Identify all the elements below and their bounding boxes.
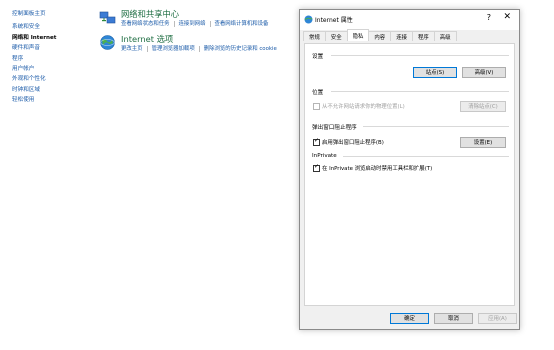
category-internet-options: Internet 选项 更改主页 管理浏览器加载项 删除浏览的历史记录和 cooki…	[99, 34, 299, 53]
tab-connections[interactable]: 连接	[390, 31, 413, 41]
checkbox-label: 从不允许网站请求你的物理位置(L)	[322, 104, 405, 110]
nav-system-security[interactable]: 系统和安全	[12, 22, 56, 32]
ok-button[interactable]: 确定	[390, 313, 429, 324]
cancel-button[interactable]: 取消	[434, 313, 473, 324]
internet-explorer-icon	[304, 15, 313, 24]
tab-general[interactable]: 常规	[303, 31, 326, 41]
location-checkbox[interactable]: 从不允许网站请求你的物理位置(L)	[313, 103, 405, 111]
category-list: 网络和共享中心 查看网络状态和任务 连接到网络 查看网络计算机和设备 Interne…	[99, 9, 299, 59]
category-network-sharing: 网络和共享中心 查看网络状态和任务 连接到网络 查看网络计算机和设备	[99, 9, 299, 28]
control-panel-nav: 控制面板主页 系统和安全 网络和 Internet 硬件和声音 程序 用户帐户 …	[12, 9, 56, 106]
separator	[146, 45, 148, 52]
location-header: 位置	[312, 90, 324, 96]
clear-sites-button[interactable]: 清除站点(C)	[460, 101, 506, 112]
tab-content[interactable]: 内容	[368, 31, 392, 41]
tab-programs[interactable]: 程序	[411, 31, 435, 41]
nav-control-panel-home[interactable]: 控制面板主页	[12, 9, 56, 19]
nav-hardware-sound[interactable]: 硬件和声音	[12, 43, 56, 53]
apply-button[interactable]: 应用(A)	[478, 313, 517, 324]
internet-properties-dialog: Internet 属性 ? ✕ 常规 安全 隐私 内容 连接 程序 高级 设置 …	[299, 9, 520, 330]
inprivate-header: InPrivate	[312, 153, 337, 159]
tab-security[interactable]: 安全	[324, 31, 348, 41]
tab-strip: 常规 安全 隐私 内容 连接 程序 高级	[303, 29, 457, 43]
settings-header: 设置	[312, 54, 324, 60]
privacy-tab-panel: 设置 站点(S) 高级(V) 位置 从不允许网站请求你的物理位置(L) 清除站点…	[304, 43, 515, 306]
network-sharing-icon	[99, 11, 116, 24]
link-view-network-computers[interactable]: 查看网络计算机和设备	[215, 21, 269, 27]
link-delete-history[interactable]: 删除浏览的历史记录和 cookie	[204, 46, 277, 52]
close-icon[interactable]: ✕	[503, 12, 511, 22]
link-change-homepage[interactable]: 更改主页	[121, 46, 143, 52]
separator	[173, 20, 175, 27]
divider	[343, 156, 509, 157]
nav-network-internet[interactable]: 网络和 Internet	[12, 33, 56, 43]
divider	[331, 91, 509, 92]
nav-user-accounts[interactable]: 用户帐户	[12, 64, 56, 74]
divider	[363, 126, 509, 127]
nav-clock-region[interactable]: 时钟和区域	[12, 85, 56, 95]
separator	[198, 45, 200, 52]
globe-icon	[100, 35, 115, 50]
separator	[209, 20, 211, 27]
tab-advanced[interactable]: 高级	[433, 31, 457, 41]
advanced-button[interactable]: 高级(V)	[462, 67, 506, 78]
sites-button[interactable]: 站点(S)	[413, 67, 457, 78]
checkbox-box[interactable]	[313, 163, 320, 172]
popup-blocker-header: 弹出窗口阻止程序	[312, 125, 357, 131]
link-connect-network[interactable]: 连接到网络	[179, 21, 206, 27]
category-title[interactable]: 网络和共享中心	[121, 9, 299, 20]
help-icon[interactable]: ?	[487, 13, 491, 22]
popup-settings-button[interactable]: 设置(E)	[460, 137, 506, 148]
nav-ease-of-access[interactable]: 轻松使用	[12, 95, 56, 105]
checkbox-box[interactable]	[313, 103, 320, 110]
divider	[331, 55, 509, 56]
checkbox-box[interactable]	[313, 137, 320, 146]
tab-privacy[interactable]: 隐私	[346, 29, 370, 41]
checkbox-label: 在 InPrivate 浏览启动时禁用工具栏和扩展(T)	[322, 166, 433, 172]
dialog-titlebar[interactable]: Internet 属性 ? ✕	[300, 10, 519, 30]
nav-programs[interactable]: 程序	[12, 54, 56, 64]
popup-blocker-checkbox[interactable]: 启用弹出窗口阻止程序(B)	[313, 137, 384, 147]
nav-appearance[interactable]: 外观和个性化	[12, 74, 56, 84]
checkbox-label: 启用弹出窗口阻止程序(B)	[322, 140, 384, 146]
link-view-network-status[interactable]: 查看网络状态和任务	[121, 21, 170, 27]
inprivate-checkbox[interactable]: 在 InPrivate 浏览启动时禁用工具栏和扩展(T)	[313, 163, 433, 173]
category-title[interactable]: Internet 选项	[121, 34, 299, 45]
dialog-title: Internet 属性	[315, 17, 353, 24]
link-manage-addons[interactable]: 管理浏览器加载项	[152, 46, 195, 52]
